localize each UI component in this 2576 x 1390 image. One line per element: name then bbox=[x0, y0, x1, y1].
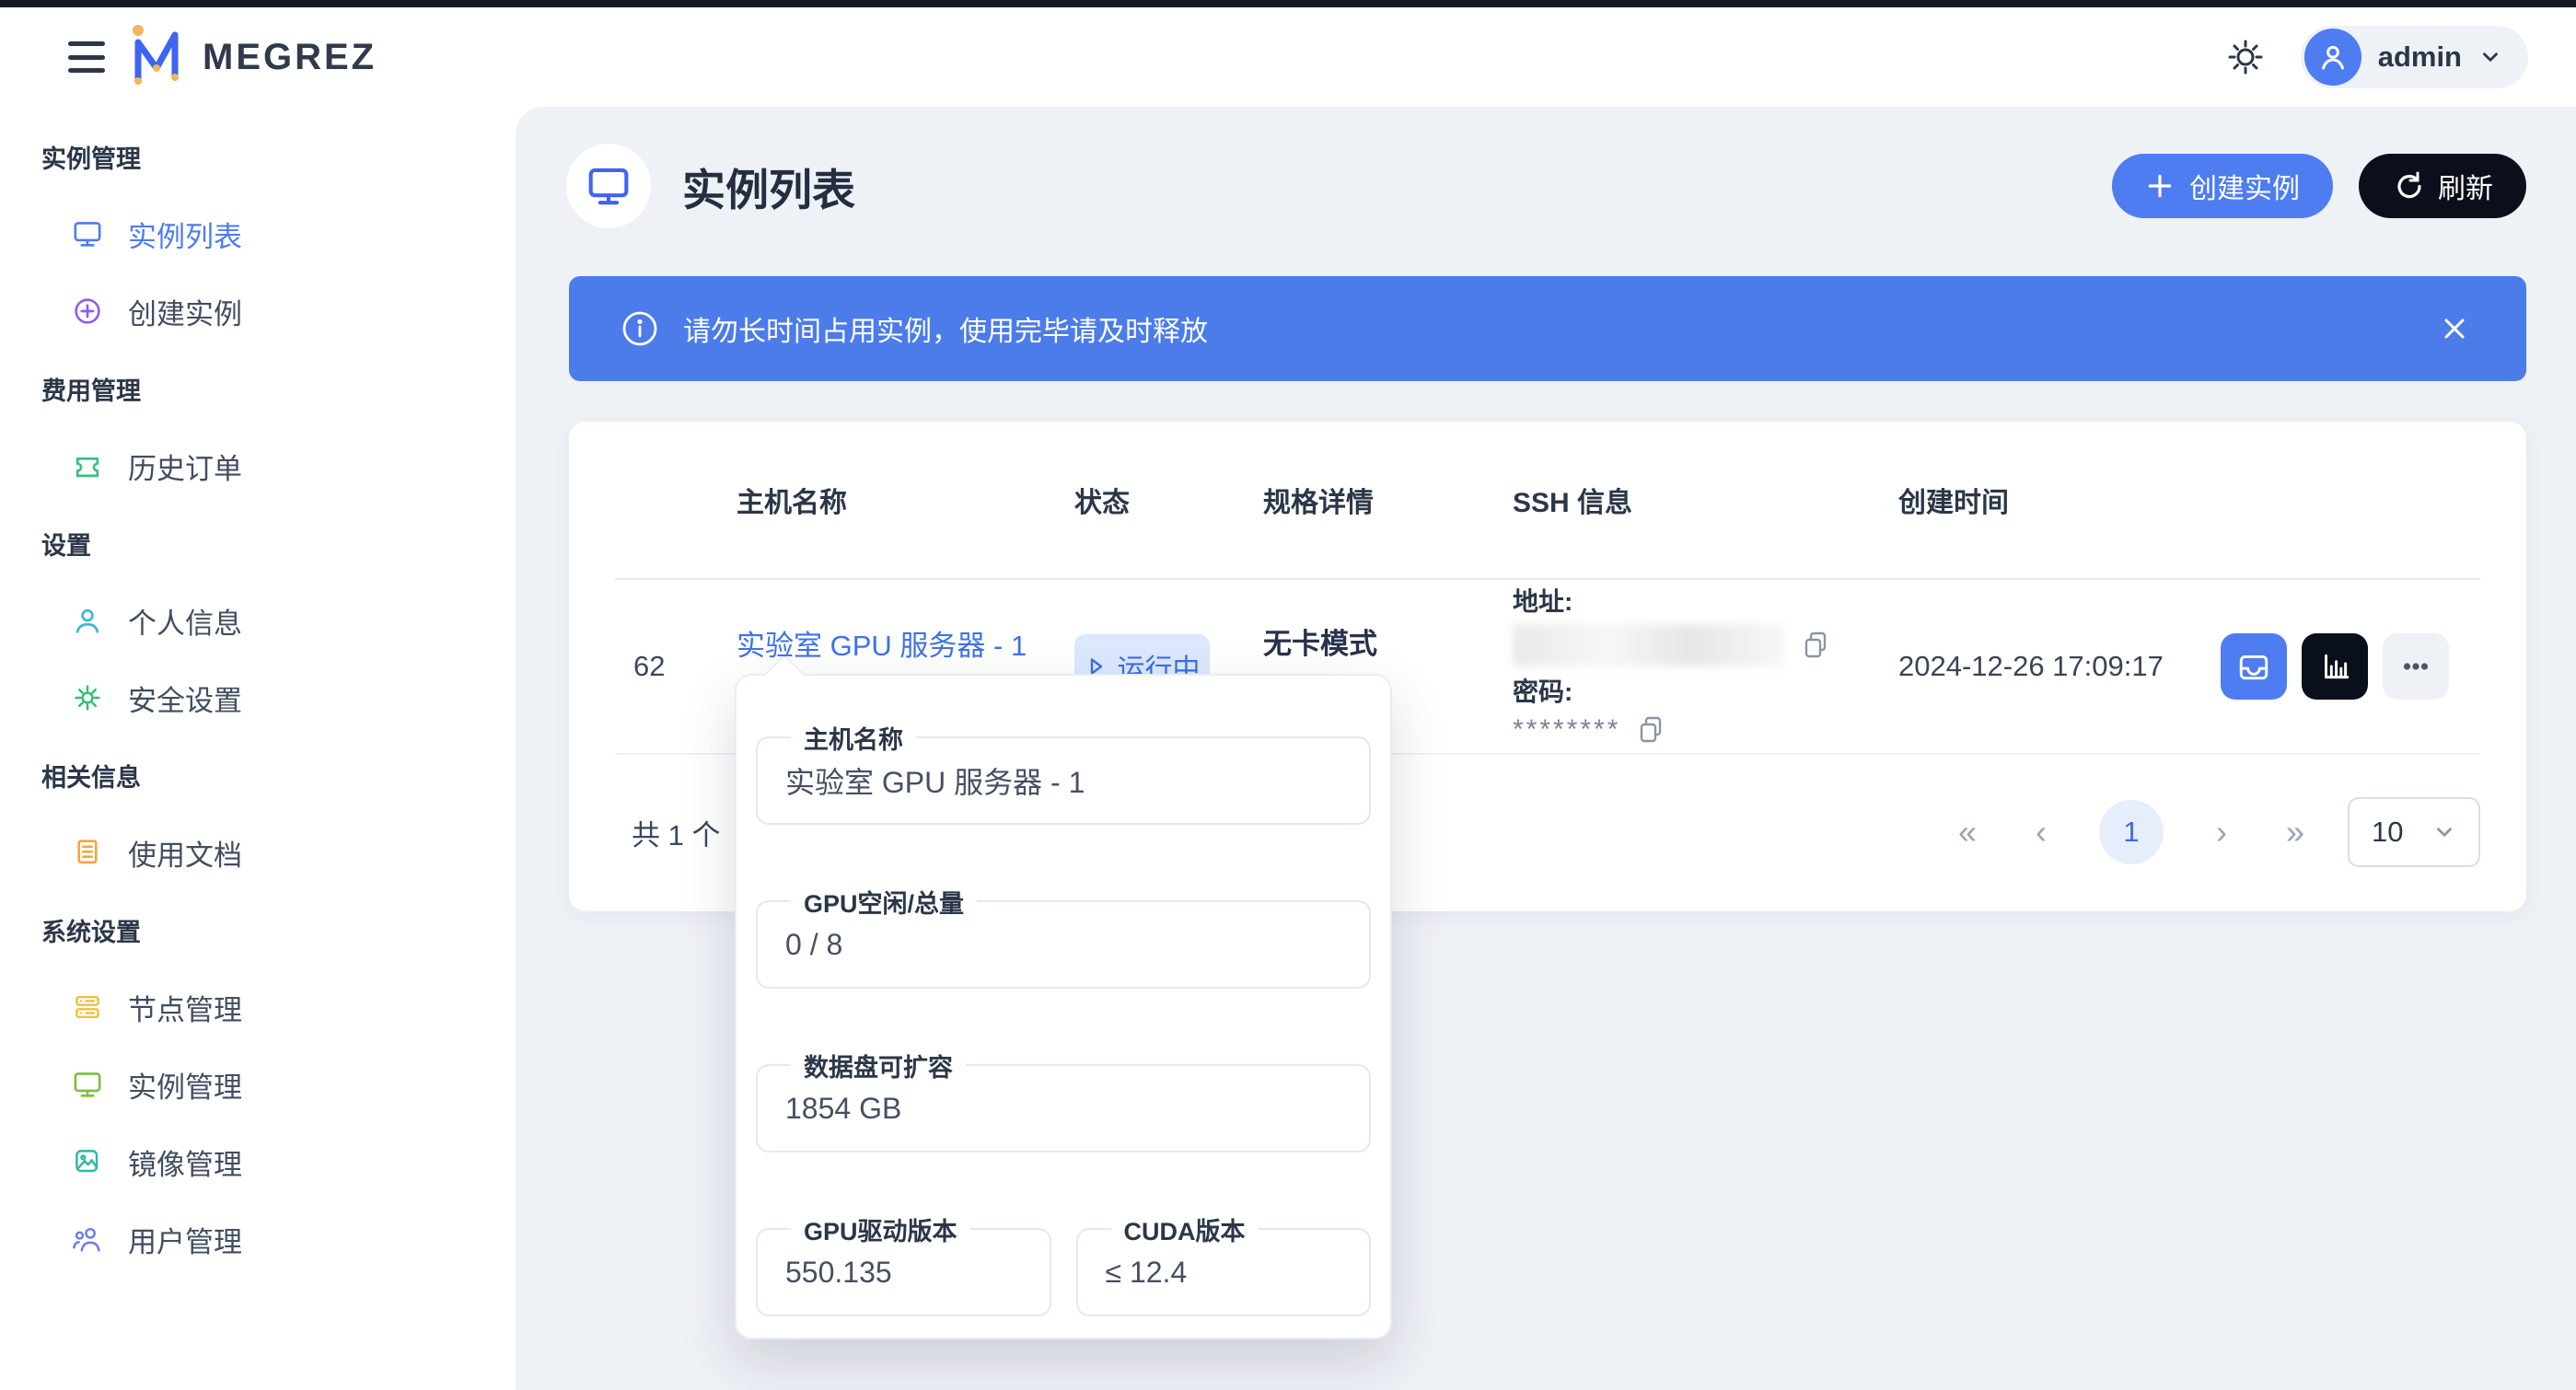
popover-field-cuda-version: CUDA版本 ≤ 12.4 bbox=[1076, 1228, 1372, 1316]
sidebar-item-order-history[interactable]: 历史订单 bbox=[0, 427, 516, 504]
next-page-button[interactable]: › bbox=[2206, 813, 2237, 851]
sidebar-section-related-info: 相关信息 bbox=[0, 736, 516, 814]
monitor-icon bbox=[72, 218, 103, 249]
instance-id: 62 bbox=[615, 650, 737, 683]
sidebar-item-node-mgmt[interactable]: 节点管理 bbox=[0, 968, 516, 1046]
gear-icon bbox=[72, 682, 103, 713]
popover-field-gpu-driver: GPU驱动版本 550.135 bbox=[756, 1228, 1051, 1316]
console-button[interactable] bbox=[2221, 633, 2287, 700]
copy-icon[interactable] bbox=[1637, 714, 1665, 746]
create-instance-button[interactable]: 创建实例 bbox=[2112, 154, 2333, 218]
last-page-button[interactable]: » bbox=[2280, 813, 2311, 851]
refresh-icon bbox=[2392, 170, 2423, 202]
instance-detail-popover: 主机名称 实验室 GPU 服务器 - 1 GPU空闲/总量 0 / 8 数据盘可… bbox=[735, 674, 1392, 1339]
sidebar-section-settings: 设置 bbox=[0, 504, 516, 582]
sidebar-section-system: 系统设置 bbox=[0, 891, 516, 968]
sidebar-item-image-mgmt[interactable]: 镜像管理 bbox=[0, 1123, 516, 1200]
page-title: 实例列表 bbox=[682, 155, 855, 218]
prev-page-button[interactable]: ‹ bbox=[2025, 813, 2057, 851]
ssh-address-label: 地址: bbox=[1513, 582, 1898, 619]
page-size-select[interactable]: 10 bbox=[2348, 797, 2480, 867]
user-icon bbox=[72, 605, 103, 636]
sidebar-item-docs[interactable]: 使用文档 bbox=[0, 814, 516, 891]
theme-toggle-icon[interactable] bbox=[2225, 37, 2266, 77]
sidebar: 实例管理 实例列表 创建实例 费用管理 历史订单 设置 个人信息 bbox=[0, 107, 516, 1390]
copy-icon[interactable] bbox=[1802, 630, 1829, 661]
column-ssh: SSH 信息 bbox=[1513, 480, 1898, 520]
page-header: 实例列表 创建实例 刷新 bbox=[566, 144, 2526, 228]
plus-icon bbox=[2145, 171, 2175, 201]
page-number[interactable]: 1 bbox=[2099, 800, 2164, 864]
sidebar-item-instance-mgmt[interactable]: 实例管理 bbox=[0, 1046, 516, 1123]
avatar bbox=[2304, 29, 2361, 86]
sidebar-item-create-instance[interactable]: 创建实例 bbox=[0, 272, 516, 350]
sidebar-item-profile[interactable]: 个人信息 bbox=[0, 582, 516, 659]
plus-circle-icon bbox=[72, 295, 103, 327]
more-actions-button[interactable] bbox=[2383, 633, 2449, 700]
chevron-down-icon bbox=[2432, 820, 2456, 844]
inbox-icon bbox=[2236, 649, 2271, 684]
server-icon bbox=[72, 991, 103, 1023]
popover-field-gpu-free-total: GPU空闲/总量 0 / 8 bbox=[756, 900, 1371, 989]
column-status: 状态 bbox=[1074, 480, 1263, 520]
banner-message: 请勿长时间占用实例，使用完毕请及时释放 bbox=[683, 308, 1208, 349]
ticket-icon bbox=[72, 450, 103, 481]
app-header: MEGREZ admin bbox=[0, 7, 2576, 107]
close-icon[interactable] bbox=[2434, 308, 2475, 349]
brand-name: MEGREZ bbox=[203, 37, 377, 78]
table-header-row: 主机名称 状态 规格详情 SSH 信息 创建时间 bbox=[615, 422, 2480, 580]
spec-mode: 无卡模式 bbox=[1263, 620, 1513, 662]
main-panel: 实例列表 创建实例 刷新 请勿长时间占用实例，使用完毕请及时释放 主机名称 状态… bbox=[516, 107, 2576, 1390]
user-name: admin bbox=[2378, 41, 2462, 74]
info-icon bbox=[621, 309, 659, 348]
ssh-password-mask: ******** bbox=[1513, 714, 1620, 746]
created-at: 2024-12-26 17:09:17 bbox=[1898, 650, 2221, 683]
image-icon bbox=[72, 1146, 103, 1177]
sidebar-section-instance-mgmt: 实例管理 bbox=[0, 118, 516, 195]
first-page-button[interactable]: « bbox=[1952, 813, 1983, 851]
column-spec: 规格详情 bbox=[1263, 480, 1513, 520]
ssh-password-label: 密码: bbox=[1513, 672, 1898, 709]
users-icon bbox=[72, 1223, 103, 1255]
pagination-total: 共 1 个 bbox=[615, 812, 720, 853]
notice-banner: 请勿长时间占用实例，使用完毕请及时释放 bbox=[569, 276, 2526, 381]
sidebar-item-user-mgmt[interactable]: 用户管理 bbox=[0, 1200, 516, 1278]
refresh-button[interactable]: 刷新 bbox=[2359, 154, 2526, 218]
sidebar-item-instance-list[interactable]: 实例列表 bbox=[0, 195, 516, 272]
monitoring-button[interactable] bbox=[2302, 633, 2368, 700]
monitor-icon bbox=[72, 1069, 103, 1100]
page-title-badge bbox=[566, 144, 651, 228]
column-hostname: 主机名称 bbox=[737, 480, 1074, 520]
menu-toggle-icon[interactable] bbox=[68, 41, 105, 73]
megrez-logo-icon bbox=[127, 22, 186, 93]
sidebar-item-security[interactable]: 安全设置 bbox=[0, 659, 516, 736]
document-icon bbox=[72, 837, 103, 868]
sidebar-section-billing: 费用管理 bbox=[0, 350, 516, 427]
monitor-icon bbox=[586, 163, 632, 209]
ellipsis-icon bbox=[2398, 649, 2433, 684]
ssh-address-redacted bbox=[1513, 624, 1785, 666]
column-created: 创建时间 bbox=[1898, 480, 2221, 520]
window-top-strip bbox=[0, 0, 2576, 7]
popover-field-disk-expandable: 数据盘可扩容 1854 GB bbox=[756, 1064, 1371, 1153]
user-menu[interactable]: admin bbox=[2301, 26, 2528, 88]
bar-chart-icon bbox=[2317, 649, 2352, 684]
popover-field-hostname: 主机名称 实验室 GPU 服务器 - 1 bbox=[756, 736, 1371, 825]
chevron-down-icon bbox=[2478, 45, 2502, 69]
